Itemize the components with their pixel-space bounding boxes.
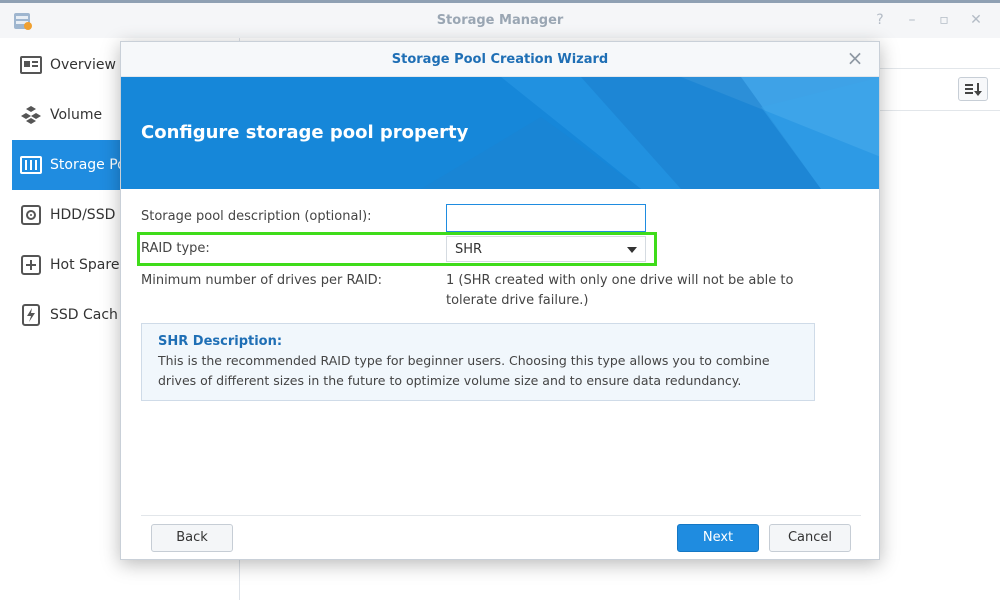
ssd-cache-icon bbox=[22, 304, 40, 326]
hot-spare-icon bbox=[21, 255, 41, 275]
app-title: Storage Manager bbox=[436, 13, 564, 28]
raid-type-highlight bbox=[137, 232, 657, 266]
help-icon[interactable]: ? bbox=[872, 12, 888, 28]
sort-icon bbox=[965, 83, 982, 96]
shr-description-box: SHR Description: This is the recommended… bbox=[141, 323, 815, 401]
back-button[interactable]: Back bbox=[151, 524, 233, 552]
hdd-icon bbox=[21, 205, 41, 225]
min-drives-label: Minimum number of drives per RAID: bbox=[141, 273, 383, 288]
shr-description-title: SHR Description: bbox=[158, 334, 283, 349]
storage-pool-icon bbox=[20, 156, 42, 174]
footer-divider bbox=[141, 515, 861, 516]
sidebar-item-label: Volume bbox=[50, 107, 103, 123]
dialog-title: Storage Pool Creation Wizard bbox=[391, 52, 609, 67]
app-titlebar: Storage Manager ? – ▫ ✕ bbox=[0, 0, 1000, 38]
sort-button[interactable] bbox=[958, 77, 988, 101]
sidebar-item-label: Overview bbox=[50, 57, 116, 73]
sidebar-item-label: Storage Po bbox=[50, 157, 126, 173]
close-window-icon[interactable]: ✕ bbox=[968, 12, 984, 28]
description-label: Storage pool description (optional): bbox=[141, 209, 372, 224]
min-drives-info: 1 (SHR created with only one drive will … bbox=[446, 273, 794, 308]
sidebar-item-label: SSD Cach bbox=[50, 307, 118, 323]
close-icon[interactable]: × bbox=[845, 48, 865, 68]
minimize-icon[interactable]: – bbox=[904, 12, 920, 28]
dialog-header: Storage Pool Creation Wizard × bbox=[121, 42, 879, 77]
cancel-button[interactable]: Cancel bbox=[769, 524, 851, 552]
wizard-banner: Configure storage pool property bbox=[121, 77, 879, 189]
maximize-icon[interactable]: ▫ bbox=[936, 12, 952, 28]
banner-title: Configure storage pool property bbox=[141, 122, 469, 143]
next-button[interactable]: Next bbox=[677, 524, 759, 552]
shr-description-text: This is the recommended RAID type for be… bbox=[158, 353, 770, 388]
storage-pool-wizard-dialog: Storage Pool Creation Wizard × Configure… bbox=[120, 41, 880, 560]
overview-icon bbox=[20, 56, 42, 74]
sidebar-item-label: HDD/SSD bbox=[50, 207, 116, 223]
volume-icon bbox=[21, 106, 41, 124]
sidebar-item-label: Hot Spare bbox=[50, 257, 120, 273]
description-input[interactable] bbox=[446, 204, 646, 232]
